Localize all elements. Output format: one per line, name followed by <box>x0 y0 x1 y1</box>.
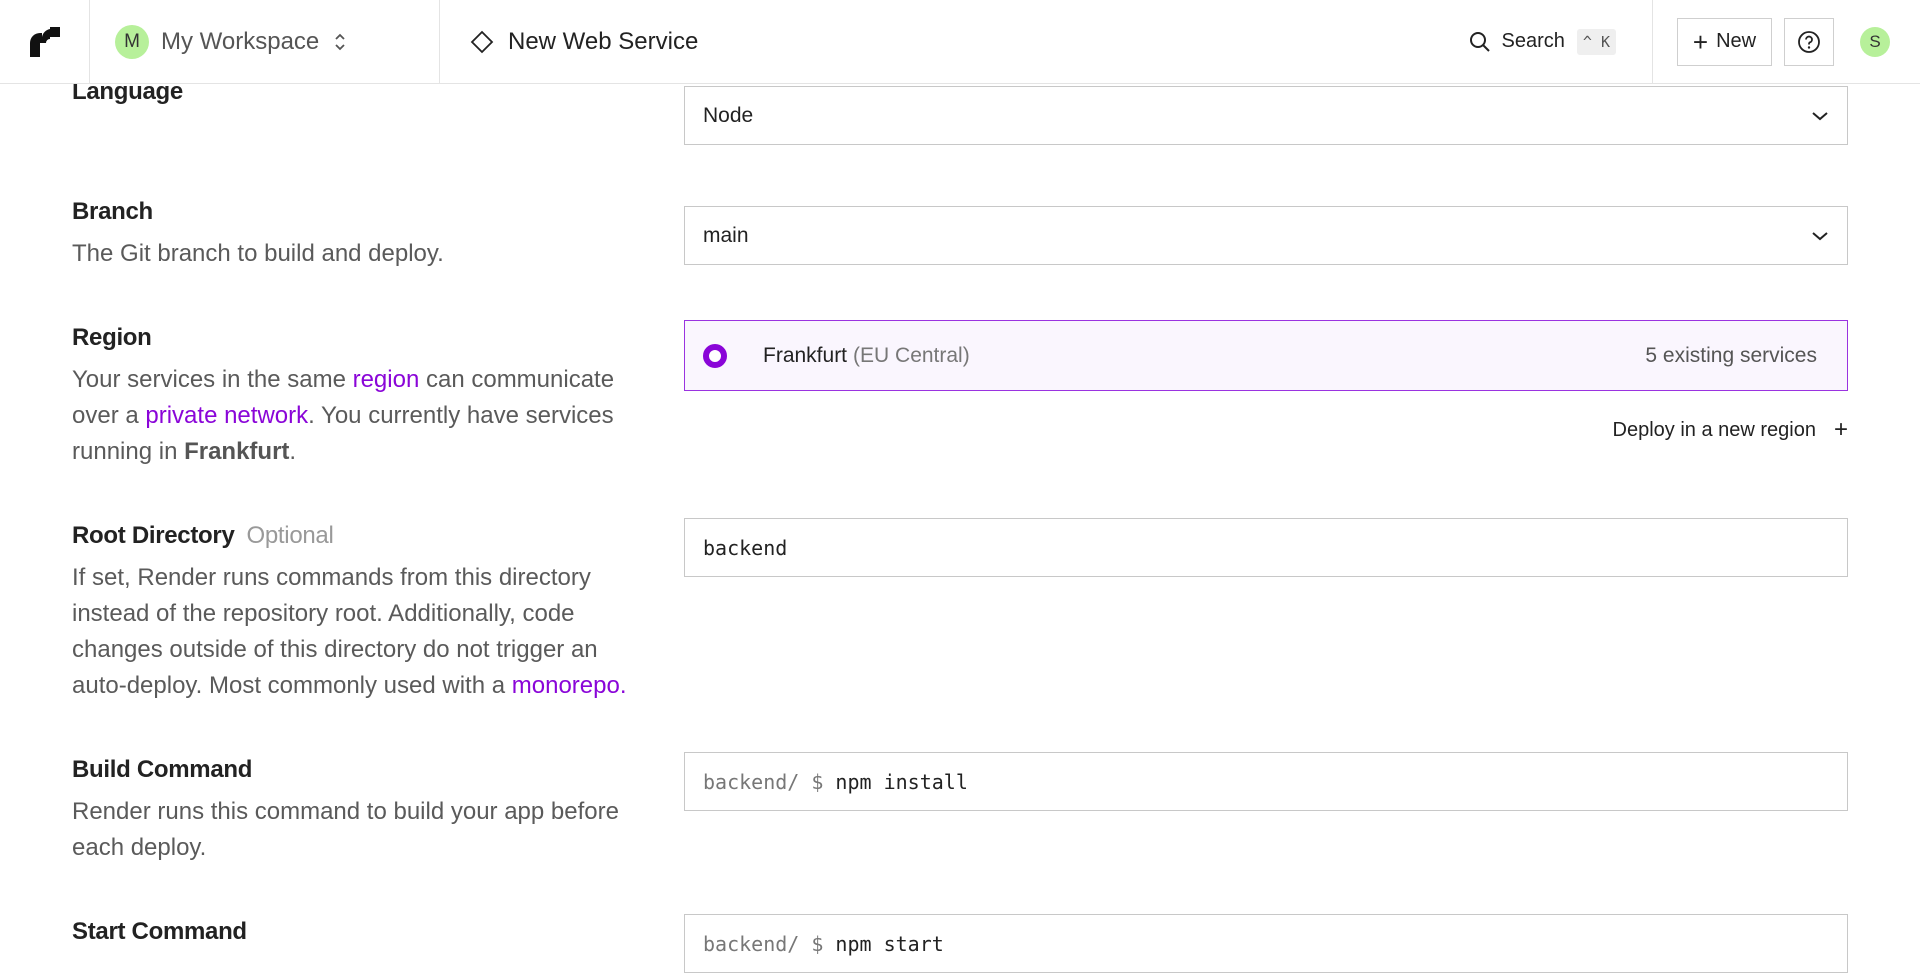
build-command-input[interactable]: backend/ $ npm install <box>684 752 1848 811</box>
workspace-name: My Workspace <box>161 27 320 55</box>
build-command-prefix: backend/ $ <box>703 769 824 794</box>
current-region-name: Frankfurt <box>184 438 290 465</box>
region-desc-text: Your services in the same <box>72 366 353 393</box>
deploy-new-region-label: Deploy in a new region <box>1612 418 1816 441</box>
start-command-label: Start Command <box>72 918 247 945</box>
build-command-label: Build Command <box>72 756 253 783</box>
optional-tag: Optional <box>246 522 334 549</box>
start-command-value: npm start <box>835 931 944 956</box>
root-directory-value: backend <box>703 535 788 560</box>
diamond-icon <box>470 30 494 53</box>
page-title: New Web Service <box>508 27 699 55</box>
root-directory-label: Root Directory Optional <box>72 522 334 550</box>
root-directory-desc-text: . <box>619 672 627 699</box>
render-logo-icon[interactable] <box>28 25 62 59</box>
region-option-frankfurt[interactable]: Frankfurt (EU Central) 5 existing servic… <box>684 320 1848 391</box>
region-existing-services: 5 existing services <box>1645 343 1817 367</box>
help-icon <box>1798 30 1820 53</box>
search-button[interactable]: Search ^ K <box>1468 0 1652 84</box>
plus-icon: + <box>1692 26 1709 57</box>
radio-selected-icon[interactable] <box>703 343 727 368</box>
start-command-prefix: backend/ $ <box>703 931 824 956</box>
new-button-label: New <box>1716 30 1757 52</box>
region-option-name: Frankfurt <box>763 343 848 367</box>
workspace-avatar: M <box>115 24 149 59</box>
build-command-description: Render runs this command to build your a… <box>72 798 619 861</box>
branch-value: main <box>703 223 749 247</box>
root-directory-input[interactable]: backend <box>684 518 1848 577</box>
help-button[interactable] <box>1784 17 1834 66</box>
logo-cell[interactable] <box>0 0 90 84</box>
build-command-value: npm install <box>835 769 968 794</box>
root-directory-label-text: Root Directory <box>72 522 235 549</box>
new-button[interactable]: + New <box>1677 17 1772 66</box>
search-shortcut: ^ K <box>1576 28 1616 55</box>
branch-select[interactable]: main <box>684 206 1848 265</box>
user-avatar[interactable]: S <box>1860 26 1890 57</box>
monorepo-link[interactable]: monorepo <box>512 672 620 699</box>
deploy-new-region-button[interactable]: Deploy in a new region + <box>1613 418 1848 442</box>
region-option-sublabel: (EU Central) <box>853 343 970 367</box>
search-icon <box>1469 31 1490 52</box>
start-command-input[interactable]: backend/ $ npm start <box>684 914 1848 973</box>
service-title-area: New Web Service <box>440 0 698 84</box>
language-select[interactable]: Node <box>684 86 1848 145</box>
language-value: Node <box>703 103 754 127</box>
chevron-down-icon <box>1812 111 1828 120</box>
top-bar: M My Workspace New Web Service Search ^ … <box>0 0 1920 84</box>
plus-icon: + <box>1833 416 1848 443</box>
header-actions: + New S <box>1652 0 1920 84</box>
private-network-link[interactable]: private network <box>145 402 308 429</box>
root-directory-description: If set, Render runs commands from this d… <box>72 560 632 704</box>
region-link[interactable]: region <box>353 366 420 393</box>
region-desc-text: . <box>289 438 297 465</box>
workspace-switcher[interactable]: M My Workspace <box>90 0 440 84</box>
web-service-form: Language Node Branch The Git branch to b… <box>0 0 1920 973</box>
branch-description: The Git branch to build and deploy. <box>72 240 444 267</box>
branch-label: Branch <box>72 198 153 225</box>
region-description: Your services in the same region can com… <box>72 362 632 470</box>
region-label: Region <box>72 324 152 351</box>
search-label: Search <box>1501 30 1565 52</box>
chevron-updown-icon <box>335 33 345 50</box>
chevron-down-icon <box>1812 231 1828 240</box>
